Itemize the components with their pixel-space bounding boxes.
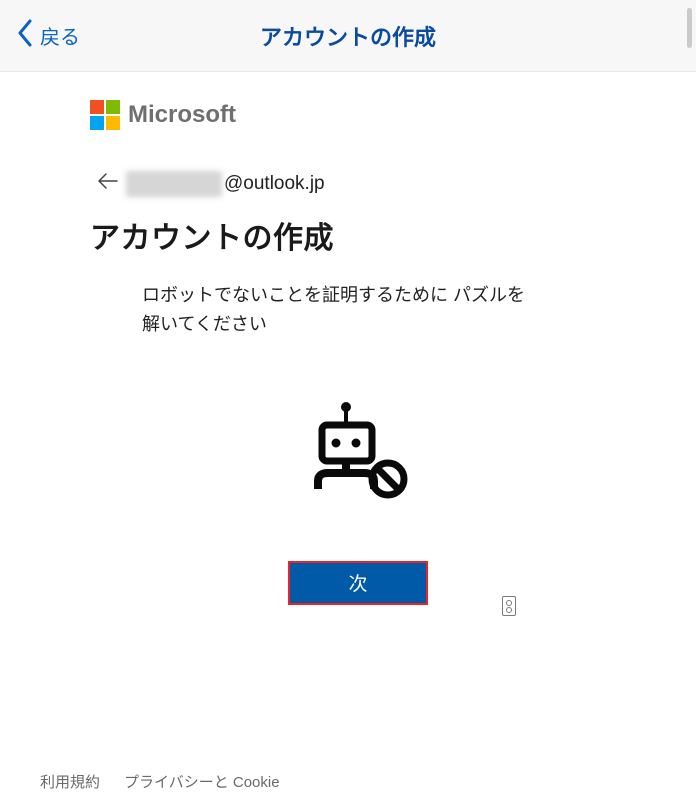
- email-domain: @outlook.jp: [224, 173, 325, 195]
- audio-captcha-button[interactable]: [502, 596, 516, 616]
- header-title: アカウントの作成: [0, 20, 696, 52]
- captcha-instruction: ロボットでないことを証明するために パズルを解いてください: [142, 281, 542, 339]
- microsoft-logo: Microsoft: [90, 100, 626, 130]
- content-area: Microsoft @outlook.jp アカウントの作成 ロボットでないこと…: [0, 72, 696, 605]
- footer-links: 利用規約 プライバシーと Cookie: [40, 771, 280, 792]
- scroll-indicator: [687, 8, 692, 48]
- page-heading: アカウントの作成: [90, 213, 626, 257]
- privacy-link[interactable]: プライバシーと Cookie: [124, 771, 280, 792]
- back-to-email-button[interactable]: [98, 172, 118, 195]
- back-label: 戻る: [40, 21, 80, 50]
- email-username-redacted: [128, 173, 220, 195]
- microsoft-wordmark: Microsoft: [128, 101, 236, 129]
- terms-link[interactable]: 利用規約: [40, 771, 100, 792]
- microsoft-logo-icon: [90, 100, 120, 130]
- robot-illustration: [90, 401, 626, 511]
- back-button[interactable]: 戻る: [16, 19, 80, 53]
- email-identity-row: @outlook.jp: [98, 172, 626, 195]
- nav-header: 戻る アカウントの作成: [0, 0, 696, 72]
- robot-no-icon: [298, 401, 418, 511]
- next-button[interactable]: 次: [288, 561, 428, 605]
- chevron-left-icon: [16, 19, 34, 53]
- next-button-label: 次: [348, 569, 367, 596]
